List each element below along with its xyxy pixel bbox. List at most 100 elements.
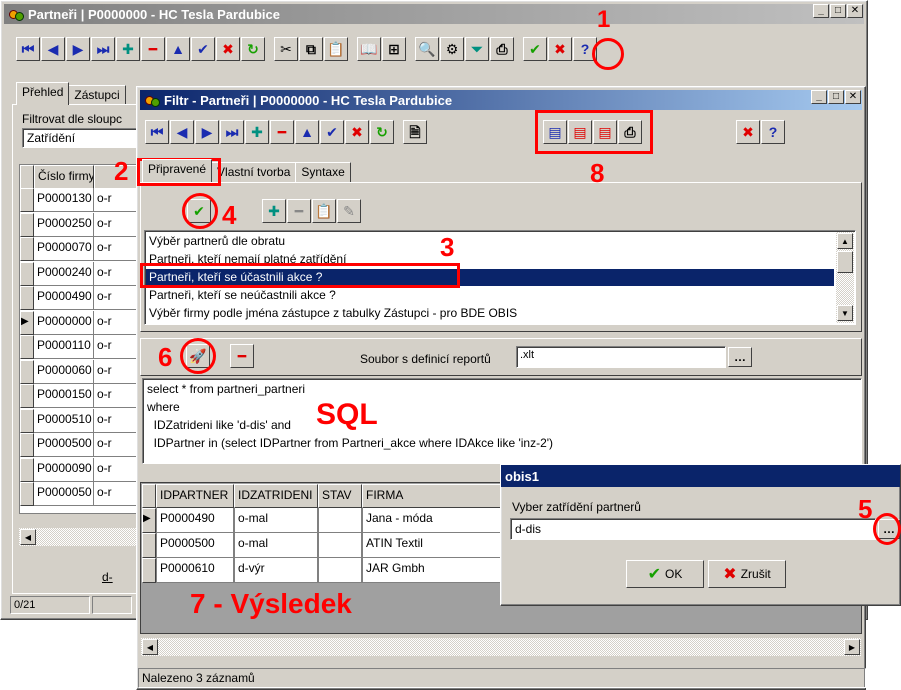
- row-indicator[interactable]: [20, 457, 34, 482]
- main-title-bar[interactable]: Partneři | P0000000 - HC Tesla Pardubice: [4, 4, 864, 24]
- pf-delete-icon[interactable]: ━: [287, 199, 311, 223]
- result-cell-idpartner[interactable]: P0000490: [156, 508, 234, 533]
- search-icon[interactable]: 🔍: [415, 37, 439, 61]
- main-row-id[interactable]: P0000050: [34, 482, 94, 506]
- column-header-cislo-firmy[interactable]: Číslo firmy: [34, 165, 94, 189]
- row-indicator[interactable]: [20, 433, 34, 457]
- f-up-icon[interactable]: ▲: [295, 120, 319, 144]
- maximize-button[interactable]: □: [830, 4, 846, 18]
- pf-copy-icon[interactable]: 📋: [312, 199, 336, 223]
- result-cell-stav[interactable]: [318, 508, 362, 533]
- row-indicator[interactable]: [20, 286, 34, 310]
- f-last-record-icon[interactable]: ⏭: [220, 120, 244, 144]
- tab-pripravene[interactable]: Připravené: [142, 159, 213, 182]
- row-indicator[interactable]: [20, 261, 34, 286]
- f-cancel-icon[interactable]: ✖: [345, 120, 369, 144]
- ok-icon[interactable]: ✔: [523, 37, 547, 61]
- main-row-type[interactable]: o-r: [94, 212, 140, 237]
- sql-delete-icon[interactable]: ━: [230, 344, 254, 368]
- copy-icon[interactable]: ⧉: [299, 37, 323, 61]
- tab-prehled[interactable]: Přehled: [16, 82, 70, 105]
- main-row-type[interactable]: o-r: [94, 359, 140, 384]
- filter-list-item[interactable]: Partneři, kteří se neúčastnili akce ?: [146, 287, 834, 304]
- cut-icon[interactable]: ✂: [274, 37, 298, 61]
- result-row-indicator[interactable]: [142, 558, 156, 583]
- tab-zastupci[interactable]: Zástupci: [68, 85, 126, 105]
- main-row-type[interactable]: o-r: [94, 261, 140, 286]
- tab-syntaxe[interactable]: Syntaxe: [295, 162, 351, 182]
- row-indicator[interactable]: [20, 335, 34, 359]
- row-indicator[interactable]: [20, 384, 34, 408]
- main-row-id[interactable]: P0000250: [34, 212, 94, 237]
- filter-scroll-up[interactable]: ▲: [837, 233, 853, 249]
- report-def-browse[interactable]: …: [728, 347, 752, 367]
- filter-list-item[interactable]: Výběr firmy podle jména zástupce z tabul…: [146, 305, 834, 322]
- main-row-id[interactable]: P0000130: [34, 188, 94, 212]
- main-row-id[interactable]: P0000510: [34, 408, 94, 433]
- gear-icon[interactable]: ⚙: [440, 37, 464, 61]
- filter-title-bar[interactable]: Filtr - Partneři | P0000000 - HC Tesla P…: [140, 90, 862, 110]
- next-record-icon[interactable]: ▶: [66, 37, 90, 61]
- book-icon[interactable]: 📖: [357, 37, 381, 61]
- print-icon[interactable]: ⎙: [490, 37, 514, 61]
- f-refresh-icon[interactable]: ↻: [370, 120, 394, 144]
- main-row-id[interactable]: P0000000: [34, 310, 94, 335]
- main-row-type[interactable]: o-r: [94, 286, 140, 310]
- filter-maximize-button[interactable]: □: [828, 90, 844, 104]
- filter-icon[interactable]: ⏷: [465, 37, 489, 61]
- result-column-header[interactable]: FIRMA: [362, 484, 502, 508]
- result-cell-idzatrideni[interactable]: o-mal: [234, 508, 318, 533]
- result-column-header[interactable]: IDPARTNER: [156, 484, 234, 508]
- main-row-type[interactable]: o-r: [94, 482, 140, 506]
- main-row-id[interactable]: P0000060: [34, 359, 94, 384]
- result-cell-idpartner[interactable]: P0000610: [156, 558, 234, 583]
- filter-scroll-thumb[interactable]: [837, 251, 853, 273]
- result-cell-firma[interactable]: ATIN Textil: [362, 533, 502, 558]
- tab-vlastni-tvorba[interactable]: Vlastní tvorba: [211, 162, 297, 182]
- result-column-header[interactable]: STAV: [318, 484, 362, 508]
- f-delete-icon[interactable]: ━: [270, 120, 294, 144]
- tree-icon[interactable]: ⊞: [382, 37, 406, 61]
- f-document-icon[interactable]: 🗎: [403, 120, 427, 144]
- main-row-id[interactable]: P0000070: [34, 237, 94, 261]
- confirm-icon[interactable]: ✔: [191, 37, 215, 61]
- filter-scroll-down[interactable]: ▼: [837, 305, 853, 321]
- result-column-header[interactable]: IDZATRIDENI: [234, 484, 318, 508]
- minimize-button[interactable]: _: [813, 4, 829, 18]
- first-record-icon[interactable]: ⏮: [16, 37, 40, 61]
- prev-record-icon[interactable]: ◀: [41, 37, 65, 61]
- result-cell-firma[interactable]: JAR Gmbh: [362, 558, 502, 583]
- obis-title-bar[interactable]: obis1: [501, 465, 900, 487]
- f-confirm-icon[interactable]: ✔: [320, 120, 344, 144]
- f-close-x-icon[interactable]: ✖: [736, 120, 760, 144]
- close-x-icon[interactable]: ✖: [548, 37, 572, 61]
- main-row-id[interactable]: P0000240: [34, 261, 94, 286]
- main-hscroll[interactable]: [19, 528, 141, 546]
- up-icon[interactable]: ▲: [166, 37, 190, 61]
- row-indicator[interactable]: [20, 482, 34, 506]
- pf-edit-icon[interactable]: ✎: [337, 199, 361, 223]
- row-indicator[interactable]: [20, 359, 34, 384]
- row-indicator[interactable]: ▶: [20, 310, 34, 335]
- f-add-icon[interactable]: ✚: [245, 120, 269, 144]
- main-row-type[interactable]: o-r: [94, 457, 140, 482]
- row-indicator[interactable]: [20, 408, 34, 433]
- result-cell-stav[interactable]: [318, 533, 362, 558]
- cancel-icon[interactable]: ✖: [216, 37, 240, 61]
- result-scroll-left[interactable]: ◀: [142, 639, 158, 655]
- result-row-indicator[interactable]: [142, 533, 156, 558]
- result-cell-firma[interactable]: Jana - móda: [362, 508, 502, 533]
- obis-cancel-button[interactable]: ✖ Zrušit: [708, 560, 786, 588]
- result-scroll-right[interactable]: ▶: [844, 639, 860, 655]
- main-row-type[interactable]: o-r: [94, 237, 140, 261]
- paste-icon[interactable]: 📋: [324, 37, 348, 61]
- f-next-record-icon[interactable]: ▶: [195, 120, 219, 144]
- result-cell-idpartner[interactable]: P0000500: [156, 533, 234, 558]
- f-first-record-icon[interactable]: ⏮: [145, 120, 169, 144]
- delete-icon[interactable]: ━: [141, 37, 165, 61]
- filter-list-item[interactable]: Výběr partnerů dle obratu: [146, 233, 834, 250]
- row-indicator[interactable]: [20, 212, 34, 237]
- f-help-icon[interactable]: ?: [761, 120, 785, 144]
- main-row-type[interactable]: o-r: [94, 408, 140, 433]
- row-indicator[interactable]: [20, 237, 34, 261]
